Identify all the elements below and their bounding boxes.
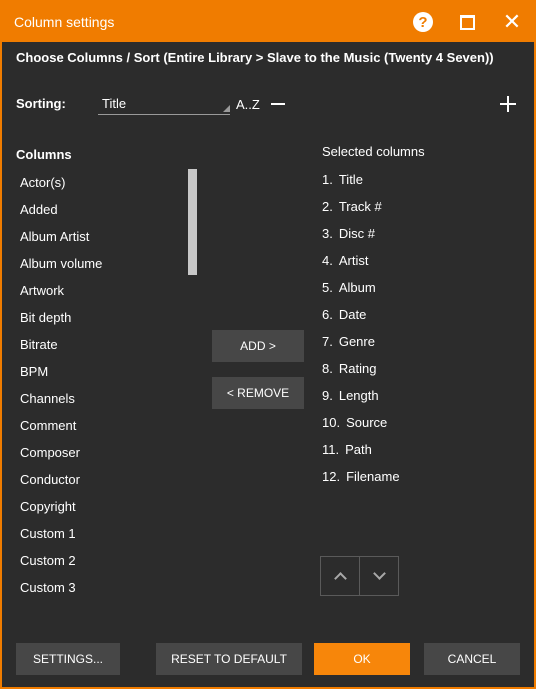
sort-field-dropdown[interactable]: Title <box>98 93 230 115</box>
column-list-item[interactable]: Bitrate <box>16 331 186 358</box>
selected-column-number: 6. <box>322 307 333 322</box>
settings-button[interactable]: SETTINGS... <box>16 643 120 675</box>
close-button[interactable]: ✕ <box>497 8 527 36</box>
selected-column-number: 9. <box>322 388 333 403</box>
column-list-item[interactable]: Custom 1 <box>16 520 186 547</box>
selected-column-number: 5. <box>322 280 333 295</box>
column-list-item[interactable]: Actor(s) <box>16 169 186 196</box>
dropdown-corner-icon <box>223 105 230 112</box>
column-list-item[interactable]: Artwork <box>16 277 186 304</box>
selected-column-number: 8. <box>322 361 333 376</box>
column-list-item[interactable]: Bit depth <box>16 304 186 331</box>
selected-column-label: Path <box>345 442 372 457</box>
selected-column-item[interactable]: 3. Disc # <box>322 220 522 247</box>
selected-columns-list: 1. Title 2. Track # 3. Disc # 4. Artist 5. Album 6… <box>322 166 522 490</box>
selected-column-label: Filename <box>346 469 400 484</box>
move-down-button[interactable] <box>359 556 399 596</box>
column-list-item[interactable]: Composer <box>16 439 186 466</box>
selected-column-label: Rating <box>338 361 377 376</box>
remove-column-button[interactable]: < REMOVE <box>212 377 304 409</box>
selected-column-item[interactable]: 9. Length <box>322 382 522 409</box>
help-button[interactable]: ? <box>408 8 438 36</box>
column-list-item[interactable]: Conductor <box>16 466 186 493</box>
maximize-button[interactable] <box>452 8 482 36</box>
selected-column-item[interactable]: 6. Date <box>322 301 522 328</box>
column-list-item[interactable]: Custom 3 <box>16 574 186 599</box>
selected-columns-heading: Selected columns <box>322 144 425 159</box>
ok-button[interactable]: OK <box>314 643 410 675</box>
column-list-item[interactable]: Album volume <box>16 250 186 277</box>
column-list-item[interactable]: Copyright <box>16 493 186 520</box>
selected-column-number: 2. <box>322 199 333 214</box>
selected-column-item[interactable]: 12. Filename <box>322 463 522 490</box>
selected-column-label: Artist <box>338 253 369 268</box>
selected-column-number: 7. <box>322 334 333 349</box>
remove-sort-icon[interactable] <box>270 94 286 114</box>
selected-column-label: Disc # <box>338 226 375 241</box>
selected-column-label: Title <box>338 172 363 187</box>
selected-column-number: 12. <box>322 469 341 484</box>
selected-column-label: Date <box>338 307 367 322</box>
selected-column-item[interactable]: 10. Source <box>322 409 522 436</box>
selected-column-item[interactable]: 2. Track # <box>322 193 522 220</box>
column-list-item[interactable]: BPM <box>16 358 186 385</box>
column-list-item[interactable]: Added <box>16 196 186 223</box>
columns-scrollbar[interactable] <box>188 169 197 275</box>
selected-column-label: Track # <box>338 199 382 214</box>
chevron-down-icon <box>372 567 386 580</box>
help-icon: ? <box>413 12 433 32</box>
sorting-label: Sorting: <box>16 96 66 111</box>
column-list-item[interactable]: Custom 2 <box>16 547 186 574</box>
move-up-button[interactable] <box>320 556 360 596</box>
close-icon: ✕ <box>502 9 522 34</box>
selected-column-item[interactable]: 4. Artist <box>322 247 522 274</box>
sort-field-value: Title <box>102 96 127 111</box>
title-bar: Column settings ? ✕ <box>2 2 534 42</box>
selected-column-item[interactable]: 7. Genre <box>322 328 522 355</box>
selected-column-item[interactable]: 8. Rating <box>322 355 522 382</box>
selected-column-number: 1. <box>322 172 333 187</box>
selected-column-number: 11. <box>322 442 340 457</box>
column-list-item[interactable]: Comment <box>16 412 186 439</box>
reset-to-default-button[interactable]: RESET TO DEFAULT <box>156 643 302 675</box>
add-column-button[interactable]: ADD > <box>212 330 304 362</box>
selected-column-number: 4. <box>322 253 333 268</box>
selected-column-label: Genre <box>338 334 375 349</box>
selected-column-number: 10. <box>322 415 341 430</box>
dialog-subtitle: Choose Columns / Sort (Entire Library > … <box>16 50 494 65</box>
chevron-up-icon <box>333 572 347 585</box>
available-columns-list: Actor(s) Added Album Artist Album volume Art… <box>16 169 186 599</box>
selected-column-number: 3. <box>322 226 333 241</box>
selected-column-item[interactable]: 5. Album <box>322 274 522 301</box>
column-list-item[interactable]: Album Artist <box>16 223 186 250</box>
maximize-icon <box>459 14 475 30</box>
window-title: Column settings <box>14 14 115 30</box>
selected-column-label: Length <box>338 388 379 403</box>
cancel-button[interactable]: CANCEL <box>424 643 520 675</box>
selected-column-label: Source <box>346 415 388 430</box>
selected-column-label: Album <box>338 280 376 295</box>
column-settings-dialog: Column settings ? ✕ Choose Columns / Sor… <box>0 0 536 689</box>
selected-column-item[interactable]: 11. Path <box>322 436 522 463</box>
sort-order-toggle[interactable]: A..Z <box>236 97 260 112</box>
column-list-item[interactable]: Channels <box>16 385 186 412</box>
columns-heading: Columns <box>16 147 72 162</box>
selected-column-item[interactable]: 1. Title <box>322 166 522 193</box>
add-sort-icon[interactable] <box>500 96 516 112</box>
